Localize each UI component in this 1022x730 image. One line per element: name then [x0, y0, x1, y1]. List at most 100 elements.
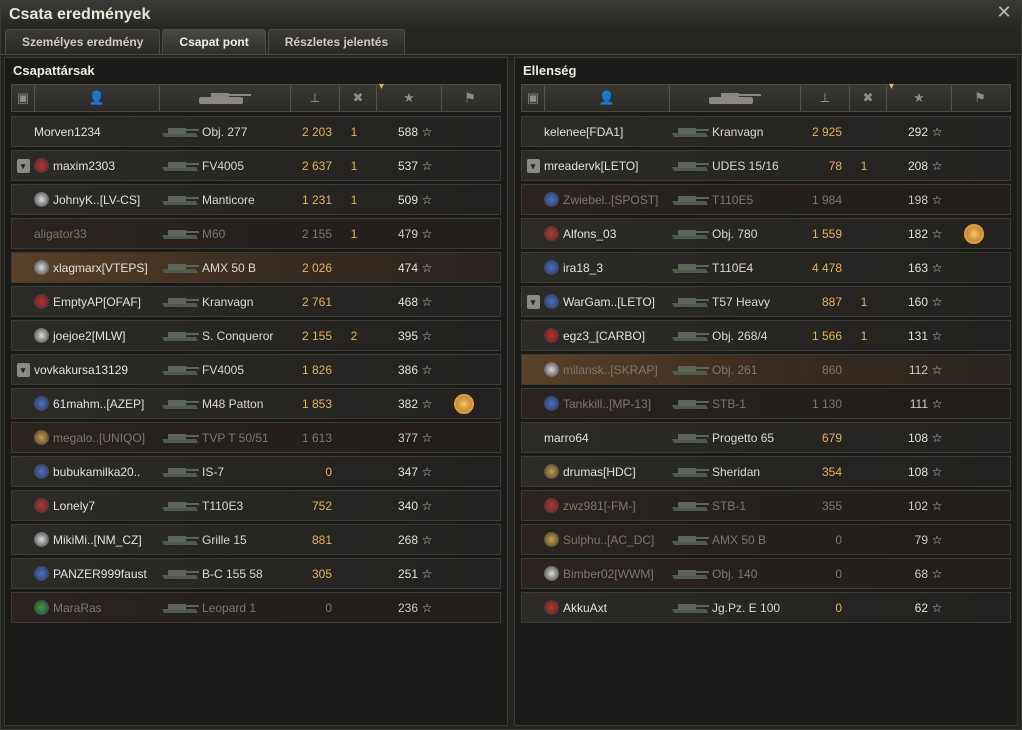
player-row[interactable]: bubukamilka20.. IS-7 0 347 ☆	[11, 456, 501, 487]
kills-value: 1	[860, 328, 868, 343]
clan-emblem-icon	[34, 430, 49, 445]
player-name-cell: 61mahm..[AZEP]	[34, 396, 158, 411]
platoon-cell: ▾	[12, 158, 34, 173]
damage-value: 0	[835, 532, 842, 547]
score-value: 340	[397, 498, 418, 513]
player-row[interactable]: MikiMi..[NM_CZ] Grille 15 881 268 ☆	[11, 524, 501, 555]
player-name-cell: AkkuAxt	[544, 600, 668, 615]
header-star-icon[interactable]: ★ ▾	[887, 81, 952, 111]
score-value: 251	[397, 566, 418, 581]
tab-detailed-report[interactable]: Részletes jelentés	[267, 29, 406, 54]
header-tank-icon[interactable]	[670, 85, 801, 111]
player-row[interactable]: joejoe2[MLW] S. Conqueror 2 155 2 395 ☆	[11, 320, 501, 351]
player-row[interactable]: 61mahm..[AZEP] M48 Patton 1 853 382 ☆	[11, 388, 501, 419]
player-row[interactable]: PANZER999faust B-C 155 58 305 251 ☆	[11, 558, 501, 589]
player-row[interactable]: AkkuAxt Jg.Pz. E 100 0 62 ☆	[521, 592, 1011, 623]
damage-value: 2 925	[811, 124, 842, 139]
platoon-icon: ▾	[16, 362, 30, 377]
player-row[interactable]: Zwiebel..[SPOST] T110E5 1 984 198 ☆	[521, 184, 1011, 215]
tank-name: FV4005	[202, 158, 245, 173]
player-row[interactable]: Sulphu..[AC_DC] AMX 50 B 0 79 ☆	[521, 524, 1011, 555]
player-name-cell: Tankkill..[MP-13]	[544, 396, 668, 411]
player-row[interactable]: marro64 Progetto 65 679 108 ☆	[521, 422, 1011, 453]
damage-value: 1 559	[811, 226, 842, 241]
tank-icon	[158, 185, 202, 214]
platoon-cell: ▾	[12, 362, 34, 377]
platoon-cell: ▾	[522, 158, 544, 173]
player-name: Bimber02[WWM]	[563, 566, 654, 581]
player-name-cell: MaraRas	[34, 600, 158, 615]
player-row[interactable]: ira18_3 T110E4 4 478 163 ☆	[521, 252, 1011, 283]
star-icon: ☆	[421, 260, 433, 275]
clan-emblem-icon	[544, 566, 559, 581]
header-damage-icon[interactable]: ⟂	[291, 85, 340, 111]
score-value: 160	[907, 294, 928, 309]
kills-value: 1	[860, 294, 868, 309]
medal-icon[interactable]	[964, 223, 984, 244]
header-kills-icon[interactable]: ✖	[340, 85, 377, 111]
player-row[interactable]: EmptyAP[OFAF] Kranvagn 2 761 468 ☆	[11, 286, 501, 317]
score-value: 79	[914, 532, 928, 547]
tank-icon	[158, 491, 202, 520]
tank-icon	[158, 287, 202, 316]
player-row[interactable]: Tankkill..[MP-13] STB-1 1 130 111 ☆	[521, 388, 1011, 419]
header-player-icon[interactable]: 👤	[35, 85, 160, 111]
player-row[interactable]: egz3_[CARBO] Obj. 268/4 1 566 1 131 ☆	[521, 320, 1011, 351]
player-row[interactable]: megalo..[UNIQO] TVP T 50/51 1 613 377 ☆	[11, 422, 501, 453]
tank-name: TVP T 50/51	[202, 430, 269, 445]
header-star-icon[interactable]: ★ ▾	[377, 81, 442, 111]
player-row[interactable]: Alfons_03 Obj. 780 1 559 182 ☆	[521, 218, 1011, 249]
damage-value: 2 761	[301, 294, 332, 309]
tank-name: T110E4	[712, 260, 754, 275]
player-row[interactable]: aligator33 M60 2 155 1 479 ☆	[11, 218, 501, 249]
damage-value: 0	[325, 600, 332, 615]
header-player-icon[interactable]: 👤	[545, 85, 670, 111]
tank-name: T110E3	[202, 498, 244, 513]
damage-value: 2 203	[301, 124, 332, 139]
player-name-cell: mreadervk[LETO]	[544, 159, 668, 173]
tank-icon	[158, 321, 202, 350]
player-row[interactable]: ▾ maxim2303 FV4005 2 637 1 537 ☆	[11, 150, 501, 181]
player-name: xlagmarx[VTEPS]	[53, 260, 148, 275]
player-name: vovkakursa13129	[34, 362, 129, 377]
header-damage-icon[interactable]: ⟂	[801, 85, 850, 111]
header-medal-icon[interactable]: ⚑	[442, 85, 498, 111]
close-icon[interactable]: ✕	[995, 3, 1013, 21]
header-platoon-icon[interactable]: ▣	[522, 85, 545, 111]
kills-value: 1	[350, 124, 358, 139]
player-row[interactable]: Lonely7 T110E3 752 340 ☆	[11, 490, 501, 521]
player-row[interactable]: MaraRas Leopard 1 0 236 ☆	[11, 592, 501, 623]
star-icon: ☆	[931, 294, 943, 309]
header-tank-icon[interactable]	[160, 85, 291, 111]
player-row[interactable]: drumas[HDC] Sheridan 354 108 ☆	[521, 456, 1011, 487]
header-platoon-icon[interactable]: ▣	[12, 85, 35, 111]
header-medal-icon[interactable]: ⚑	[952, 85, 1008, 111]
player-row[interactable]: Morven1234 Obj. 277 2 203 1 588 ☆	[11, 116, 501, 147]
medal-icon[interactable]	[454, 393, 474, 414]
tab-team-score[interactable]: Csapat pont	[162, 29, 266, 54]
player-row[interactable]: milansk..[SKRAP] Obj. 261 860 112 ☆	[521, 354, 1011, 385]
tank-name: UDES 15/16	[712, 158, 779, 173]
player-row[interactable]: xlagmarx[VTEPS] AMX 50 B 2 026 474 ☆	[11, 252, 501, 283]
player-name: bubukamilka20..	[53, 464, 141, 479]
header-kills-icon[interactable]: ✖	[850, 85, 887, 111]
player-row[interactable]: ▾ mreadervk[LETO] UDES 15/16 78 1 208 ☆	[521, 150, 1011, 181]
tank-name: Kranvagn	[202, 294, 254, 309]
clan-emblem-icon	[544, 600, 559, 615]
player-row[interactable]: ▾ WarGam..[LETO] T57 Heavy 887 1 160 ☆	[521, 286, 1011, 317]
teams-area: Csapattársak ▣ 👤 ⟂ ✖ ★ ▾ ⚑ Morven1234 Obj. 277 2 2…	[4, 57, 1018, 726]
clan-emblem-icon	[544, 396, 559, 411]
player-row[interactable]: JohnyK..[LV-CS] Manticore 1 231 1 509 ☆	[11, 184, 501, 215]
star-icon: ☆	[931, 396, 943, 411]
player-row[interactable]: zwz981[-FM-] STB-1 355 102 ☆	[521, 490, 1011, 521]
player-row[interactable]: Bimber02[WWM] Obj. 140 0 68 ☆	[521, 558, 1011, 589]
battle-results-window: Csata eredmények ✕ Személyes eredmény Cs…	[0, 0, 1022, 730]
tank-name: STB-1	[712, 396, 747, 411]
player-row[interactable]: kelenee[FDA1] Kranvagn 2 925 292 ☆	[521, 116, 1011, 147]
tank-name: Leopard 1	[202, 600, 257, 615]
column-header: ▣ 👤 ⟂ ✖ ★ ▾ ⚑	[11, 81, 501, 112]
score-value: 62	[914, 600, 928, 615]
tank-name: T57 Heavy	[712, 294, 771, 309]
player-row[interactable]: ▾ vovkakursa13129 FV4005 1 826 386 ☆	[11, 354, 501, 385]
tab-personal[interactable]: Személyes eredmény	[5, 29, 161, 54]
